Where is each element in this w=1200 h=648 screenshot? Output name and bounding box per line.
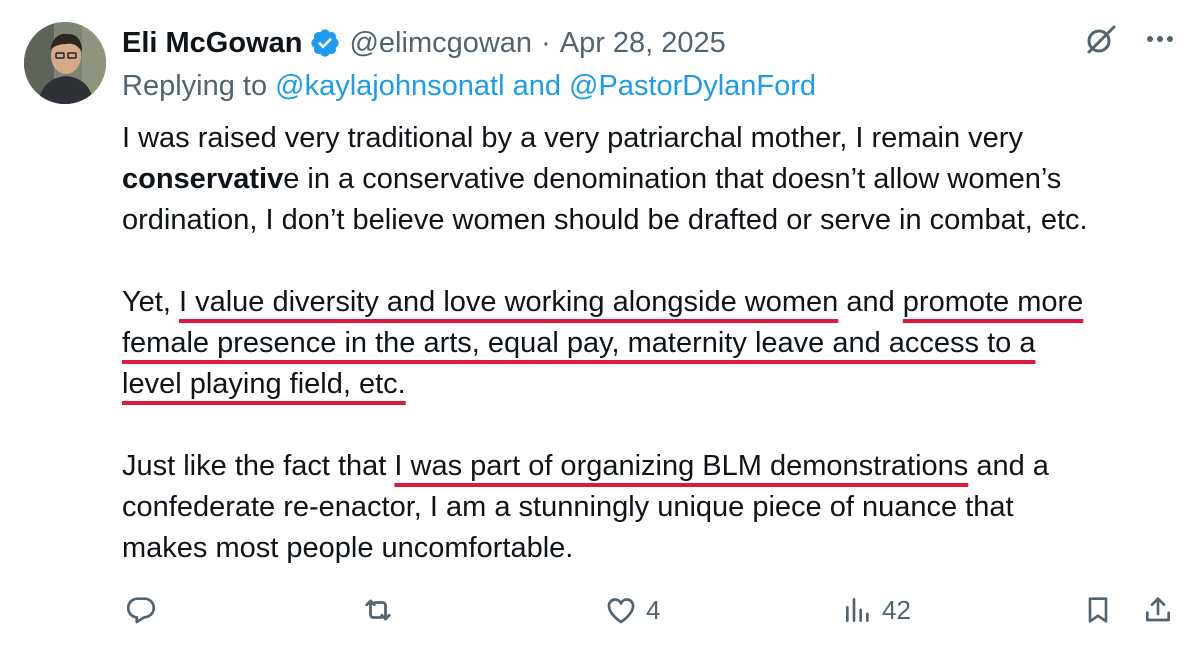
tweet-header: Eli McGowan @elimcgowan · Apr 28, 2025 [122, 24, 726, 62]
text-line: I was raised very traditional by a very … [122, 122, 1023, 154]
replying-to-conjunction: and [512, 70, 561, 102]
paragraph: Just like the fact that I was part of or… [122, 446, 1182, 569]
text-line: makes most people uncomfortable. [122, 532, 574, 564]
underlined-text: female presence in the arts, equal pay, … [122, 327, 1036, 359]
underlined-text: promote more [902, 286, 1084, 318]
tweet-date[interactable]: Apr 28, 2025 [560, 27, 726, 60]
bold-text: conservativ [122, 163, 284, 195]
text-segment: Yet, [122, 286, 179, 318]
display-name[interactable]: Eli McGowan [122, 27, 302, 60]
share-icon [1142, 593, 1174, 627]
text-line: conservative in a conservative denominat… [122, 159, 1182, 200]
share-button[interactable] [1142, 588, 1174, 632]
text-line: Just like the fact that I was part of or… [122, 446, 1182, 487]
author-handle[interactable]: @elimcgowan [349, 27, 532, 60]
like-button[interactable]: 4 [604, 588, 660, 632]
more-icon[interactable] [1144, 23, 1176, 60]
mention-link[interactable]: @PastorDylanFord [569, 70, 816, 102]
text-line: confederate re-enactor, I am a stunningl… [122, 491, 1014, 523]
views-icon [842, 594, 874, 626]
text-line: female presence in the arts, equal pay, … [122, 323, 1182, 364]
bookmark-button[interactable] [1082, 588, 1114, 632]
paragraph: I was raised very traditional by a very … [122, 118, 1182, 241]
views-count: 42 [882, 594, 911, 625]
verified-badge-icon[interactable] [309, 27, 341, 59]
tweet: Eli McGowan @elimcgowan · Apr 28, 2025 R… [0, 0, 1200, 648]
views-button[interactable]: 42 [842, 588, 911, 632]
text-segment: and [838, 286, 903, 318]
mention-link[interactable]: @kaylajohnsonatl [275, 70, 504, 102]
underlined-text: I was part of organizing BLM demonstrati… [394, 450, 969, 482]
reply-button[interactable] [124, 588, 158, 632]
underlined-text: I value diversity and love working along… [178, 286, 839, 318]
avatar[interactable] [24, 22, 106, 104]
tweet-top-actions [1084, 22, 1176, 61]
grok-icon[interactable] [1084, 22, 1118, 61]
bookmark-icon [1082, 593, 1114, 627]
text-line: level playing field, etc. [122, 364, 1182, 405]
separator-dot: · [541, 26, 551, 59]
text-line: Yet, I value diversity and love working … [122, 282, 1182, 323]
text-segment: e in a conservative denomination that do… [283, 163, 1062, 195]
text-segment: Just like the fact that [122, 450, 395, 482]
action-bar: 4 42 [0, 588, 1200, 632]
heart-icon [604, 593, 638, 627]
like-count: 4 [646, 594, 661, 625]
replying-to-label: Replying to [122, 70, 268, 102]
replying-to: Replying to @kaylajohnsonatl and @Pastor… [122, 70, 816, 103]
paragraph: Yet, I value diversity and love working … [122, 282, 1182, 405]
retweet-button[interactable] [360, 588, 396, 632]
tweet-text: I was raised very traditional by a very … [122, 118, 1182, 610]
underlined-text: level playing field, etc. [122, 368, 406, 400]
text-segment: and a [968, 450, 1049, 482]
text-line: ordination, I don’t believe women should… [122, 204, 1088, 236]
retweet-icon [360, 592, 396, 628]
reply-icon [124, 593, 158, 627]
